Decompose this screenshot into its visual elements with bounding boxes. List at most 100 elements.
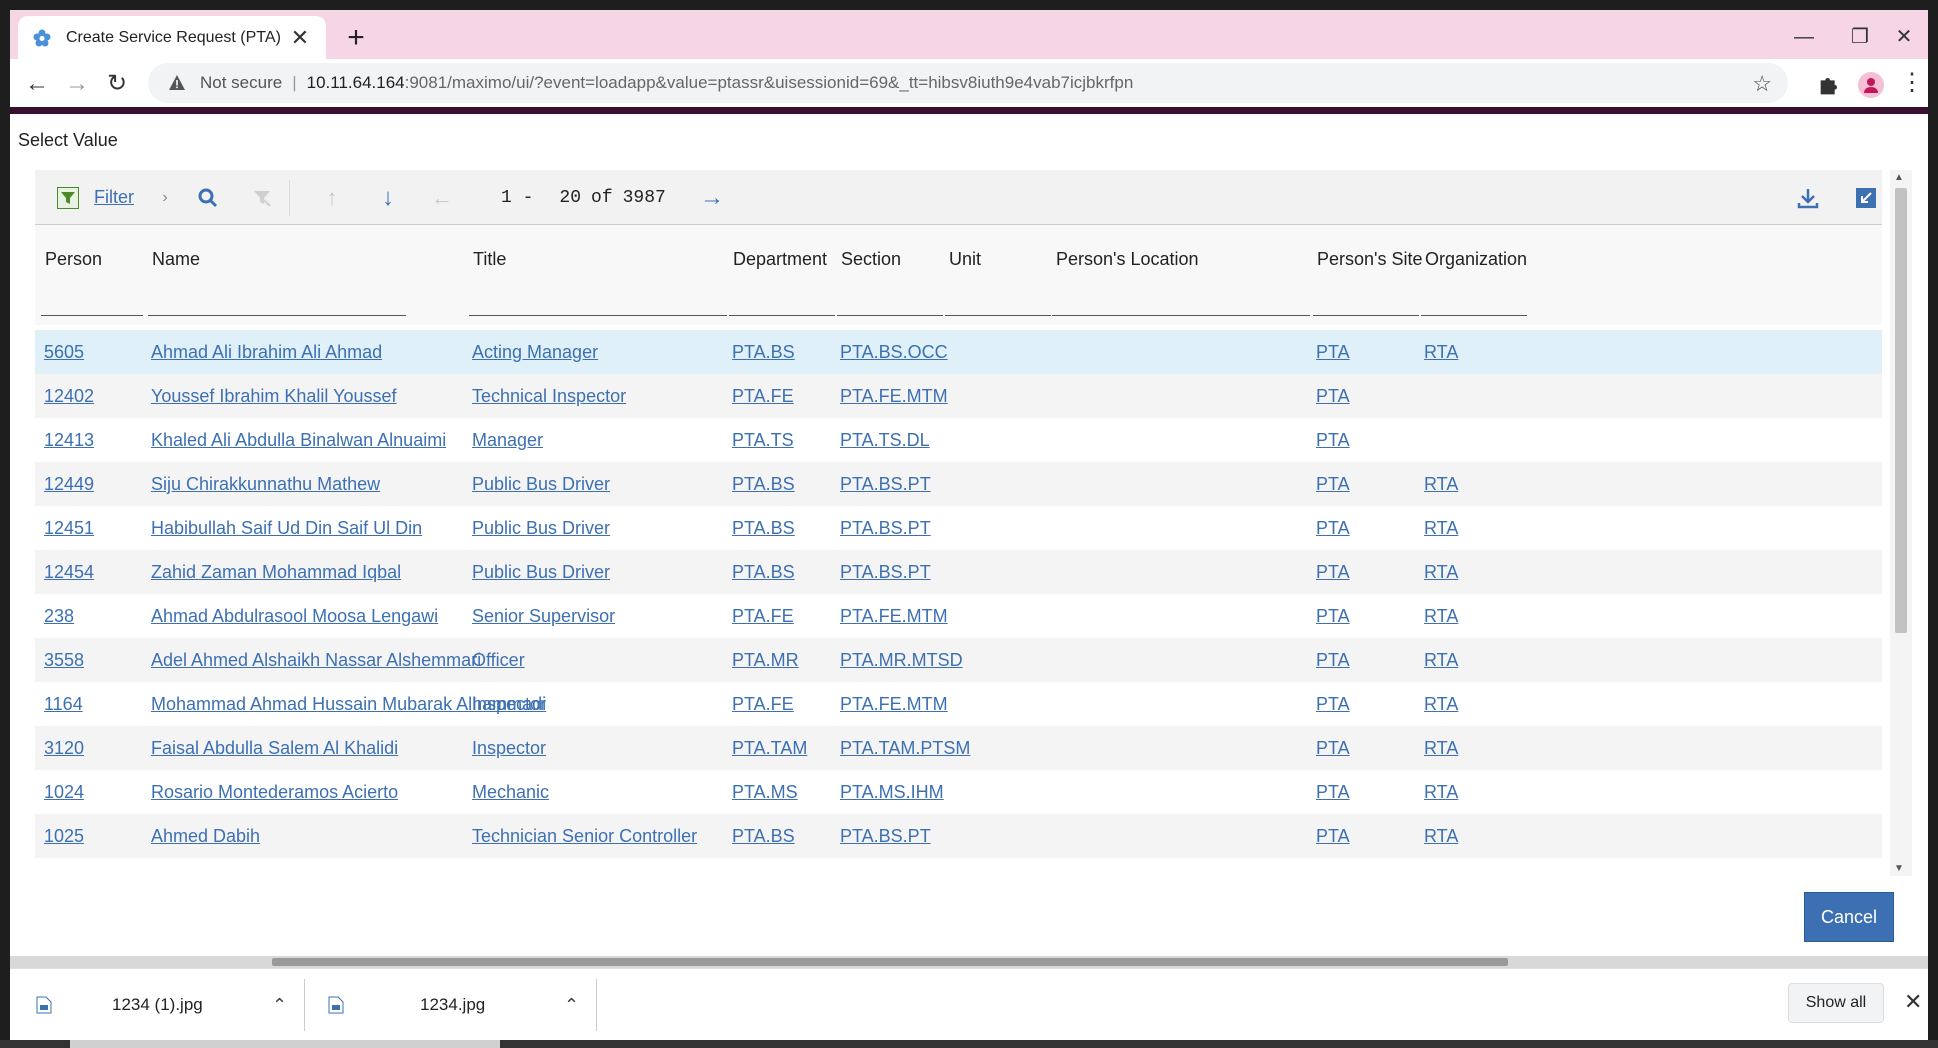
- cell-title[interactable]: Manager: [472, 418, 543, 462]
- download-icon[interactable]: [1795, 170, 1821, 225]
- column-header-title[interactable]: Title: [469, 225, 727, 325]
- cell-department[interactable]: PTA.MS: [732, 770, 798, 814]
- horizontal-scrollbar-thumb[interactable]: [272, 958, 1508, 966]
- cell-name[interactable]: Adel Ahmed Alshaikh Nassar Alshemmari: [151, 638, 481, 682]
- cell-person[interactable]: 3558: [44, 638, 84, 682]
- column-header-site[interactable]: Person's Site: [1313, 225, 1423, 325]
- cell-section[interactable]: PTA.TS.DL: [840, 418, 930, 462]
- cell-name[interactable]: Khaled Ali Abdulla Binalwan Alnuaimi: [151, 418, 446, 462]
- clear-filter-icon[interactable]: [249, 170, 275, 225]
- download-item[interactable]: 1234.jpg ⌃: [328, 975, 590, 1035]
- close-tab-icon[interactable]: ✕: [288, 26, 312, 49]
- cell-name[interactable]: Faisal Abdulla Salem Al Khalidi: [151, 726, 398, 770]
- cell-organization[interactable]: RTA: [1424, 770, 1458, 814]
- filter-link[interactable]: Filter: [89, 170, 139, 225]
- column-header-person[interactable]: Person: [41, 225, 143, 325]
- cell-department[interactable]: PTA.BS: [732, 330, 795, 374]
- cell-organization[interactable]: RTA: [1424, 726, 1458, 770]
- cell-title[interactable]: Mechanic: [472, 770, 549, 814]
- cell-organization[interactable]: RTA: [1424, 330, 1458, 374]
- cell-site[interactable]: PTA: [1316, 814, 1350, 858]
- cell-person[interactable]: 238: [44, 594, 74, 638]
- column-header-department[interactable]: Department: [729, 225, 835, 325]
- search-icon[interactable]: [195, 170, 221, 225]
- cell-site[interactable]: PTA: [1316, 506, 1350, 550]
- vertical-scrollbar[interactable]: ▲ ▼: [1890, 170, 1912, 876]
- cell-title[interactable]: Senior Supervisor: [472, 594, 615, 638]
- table-row[interactable]: 12454 Zahid Zaman Mohammad Iqbal Public Bu…: [35, 550, 1882, 594]
- cell-title[interactable]: Acting Manager: [472, 330, 598, 374]
- column-filter-input[interactable]: [469, 315, 727, 316]
- column-filter-input[interactable]: [1421, 315, 1527, 316]
- cell-title[interactable]: Technician Senior Controller: [472, 814, 697, 858]
- new-tab-button[interactable]: +: [340, 23, 372, 56]
- reload-icon[interactable]: ↻: [100, 67, 134, 101]
- cell-section[interactable]: PTA.BS.PT: [840, 462, 931, 506]
- extensions-puzzle-icon[interactable]: [1816, 71, 1844, 99]
- cell-organization[interactable]: RTA: [1424, 594, 1458, 638]
- cell-person[interactable]: 1024: [44, 770, 84, 814]
- cell-organization[interactable]: RTA: [1424, 682, 1458, 726]
- column-header-location[interactable]: Person's Location: [1052, 225, 1310, 325]
- table-row[interactable]: 3120 Faisal Abdulla Salem Al Khalidi Inspe…: [35, 726, 1882, 770]
- column-filter-input[interactable]: [1313, 315, 1419, 316]
- minimize-icon[interactable]: —: [1784, 22, 1824, 52]
- profile-avatar-icon[interactable]: [1858, 72, 1884, 98]
- cell-section[interactable]: PTA.FE.MTM: [840, 682, 948, 726]
- cell-name[interactable]: Youssef Ibrahim Khalil Youssef: [151, 374, 397, 418]
- cell-name[interactable]: Rosario Montederamos Acierto: [151, 770, 398, 814]
- cell-department[interactable]: PTA.BS: [732, 506, 795, 550]
- cell-department[interactable]: PTA.FE: [732, 594, 794, 638]
- cell-title[interactable]: Inspector: [472, 682, 546, 726]
- cell-person[interactable]: 12402: [44, 374, 94, 418]
- table-row[interactable]: 238 Ahmad Abdulrasool Moosa Lengawi Senior…: [35, 594, 1882, 638]
- cell-department[interactable]: PTA.TAM: [732, 726, 807, 770]
- horizontal-scrollbar[interactable]: [10, 956, 1928, 968]
- column-filter-input[interactable]: [41, 315, 143, 316]
- cell-department[interactable]: PTA.BS: [732, 550, 795, 594]
- expand-chevron-icon[interactable]: ›: [157, 170, 173, 225]
- scroll-up-icon[interactable]: ▲: [1894, 172, 1904, 183]
- cell-site[interactable]: PTA: [1316, 550, 1350, 594]
- table-row[interactable]: 12449 Siju Chirakkunnathu Mathew Public Bu…: [35, 462, 1882, 506]
- column-filter-input[interactable]: [945, 315, 1051, 316]
- cell-name[interactable]: Ahmad Abdulrasool Moosa Lengawi: [151, 594, 438, 638]
- cell-person[interactable]: 12454: [44, 550, 94, 594]
- column-filter-input[interactable]: [729, 315, 835, 316]
- bookmark-star-icon[interactable]: ☆: [1752, 71, 1772, 97]
- column-filter-input[interactable]: [148, 315, 406, 316]
- cell-site[interactable]: PTA: [1316, 418, 1350, 462]
- cell-name[interactable]: Ahmed Dabih: [151, 814, 260, 858]
- cell-department[interactable]: PTA.MR: [732, 638, 799, 682]
- table-row[interactable]: 12451 Habibullah Saif Ud Din Saif Ul Din P…: [35, 506, 1882, 550]
- cell-department[interactable]: PTA.FE: [732, 682, 794, 726]
- cell-organization[interactable]: RTA: [1424, 506, 1458, 550]
- cell-section[interactable]: PTA.BS.PT: [840, 550, 931, 594]
- column-header-name[interactable]: Name: [148, 225, 406, 325]
- column-header-unit[interactable]: Unit: [945, 225, 1051, 325]
- cell-site[interactable]: PTA: [1316, 374, 1350, 418]
- scrollbar-thumb[interactable]: [1895, 188, 1907, 633]
- cell-title[interactable]: Technical Inspector: [472, 374, 626, 418]
- scroll-down-icon[interactable]: ▼: [1894, 863, 1904, 874]
- cell-title[interactable]: Inspector: [472, 726, 546, 770]
- table-row[interactable]: 5605 Ahmad Ali Ibrahim Ali Ahmad Acting Ma…: [35, 330, 1882, 374]
- cell-department[interactable]: PTA.TS: [732, 418, 794, 462]
- table-row[interactable]: 1025 Ahmed Dabih Technician Senior Control…: [35, 814, 1882, 858]
- restore-dialog-icon[interactable]: [1853, 170, 1879, 225]
- address-bar[interactable]: Not secure | 10.11.64.164:9081/maximo/ui…: [148, 63, 1788, 103]
- table-row[interactable]: 12413 Khaled Ali Abdulla Binalwan Alnuaim…: [35, 418, 1882, 462]
- next-page-icon[interactable]: →: [699, 170, 725, 225]
- table-row[interactable]: 12402 Youssef Ibrahim Khalil Youssef Techn…: [35, 374, 1882, 418]
- cell-person[interactable]: 5605: [44, 330, 84, 374]
- cell-person[interactable]: 1025: [44, 814, 84, 858]
- chevron-up-icon[interactable]: ⌃: [564, 995, 579, 1016]
- cell-person[interactable]: 12451: [44, 506, 94, 550]
- back-arrow-icon[interactable]: ←: [20, 67, 54, 101]
- cell-site[interactable]: PTA: [1316, 682, 1350, 726]
- close-download-bar-icon[interactable]: ✕: [1904, 989, 1922, 1015]
- cell-site[interactable]: PTA: [1316, 594, 1350, 638]
- restore-icon[interactable]: ❐: [1840, 22, 1880, 52]
- cell-section[interactable]: PTA.MS.IHM: [840, 770, 944, 814]
- show-all-button[interactable]: Show all: [1788, 983, 1884, 1023]
